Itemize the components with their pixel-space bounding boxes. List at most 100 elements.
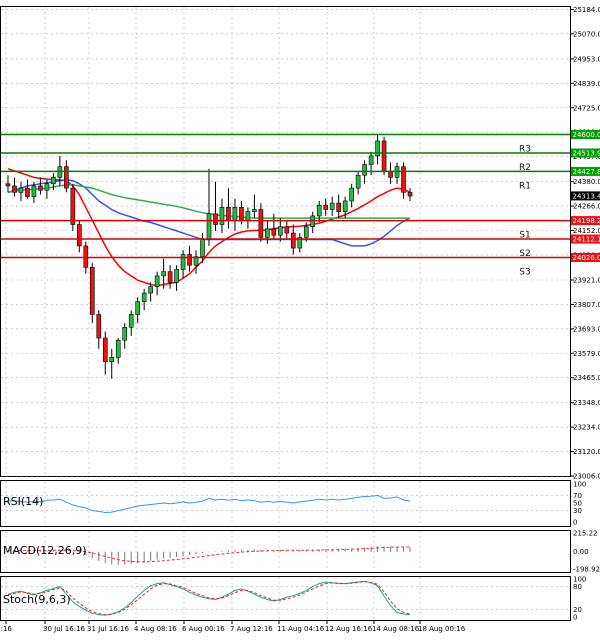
rsi-tick-label: 30 bbox=[573, 507, 582, 515]
rsi-pane-frame bbox=[1, 481, 571, 527]
bullish-candle bbox=[343, 201, 347, 212]
bearish-candle bbox=[71, 188, 75, 224]
bearish-candle bbox=[12, 186, 16, 192]
chart-root: 25184.025070.024953.024839.024725.024611… bbox=[0, 0, 600, 636]
stoch-tick-label: 0 bbox=[573, 614, 577, 622]
bearish-candle bbox=[382, 141, 386, 171]
level-price-label: 24600.0 bbox=[573, 131, 600, 139]
price-tick-label: 23006.0 bbox=[573, 473, 600, 481]
level-label-r1: R1 bbox=[519, 181, 531, 191]
bullish-candle bbox=[51, 177, 55, 183]
bearish-candle bbox=[103, 338, 107, 362]
time-tick-label: 11 Aug 04:16 bbox=[277, 625, 325, 633]
macd-tick-label: 215.22 bbox=[573, 530, 598, 538]
bullish-candle bbox=[110, 357, 114, 361]
bullish-candle bbox=[136, 302, 140, 315]
bearish-candle bbox=[97, 314, 101, 338]
price-tick-label: 25070.0 bbox=[573, 30, 600, 38]
time-tick-label: 2:16 bbox=[0, 625, 12, 633]
time-tick-label: 12 Aug 16:16 bbox=[325, 625, 373, 633]
current-price-label: 24313.4 bbox=[573, 192, 600, 200]
trading-chart: 25184.025070.024953.024839.024725.024611… bbox=[0, 0, 600, 636]
level-price-label: 24427.8 bbox=[573, 168, 600, 176]
time-tick-label: 6 Aug 00:16 bbox=[182, 625, 225, 633]
price-tick-label: 23234.0 bbox=[573, 424, 600, 432]
level-price-label: 24513.9 bbox=[573, 149, 600, 157]
bullish-candle bbox=[175, 269, 179, 282]
bearish-candle bbox=[226, 207, 230, 220]
main-pane-frame bbox=[1, 7, 571, 477]
macd-tick-label: -198.92 bbox=[573, 566, 600, 574]
bearish-candle bbox=[6, 184, 10, 186]
bearish-candle bbox=[285, 227, 289, 233]
price-tick-label: 23693.0 bbox=[573, 325, 600, 333]
price-tick-label: 23921.0 bbox=[573, 276, 600, 284]
bullish-candle bbox=[356, 175, 360, 188]
bearish-candle bbox=[213, 214, 217, 225]
bullish-candle bbox=[149, 287, 153, 293]
bearish-candle bbox=[77, 225, 81, 246]
bearish-candle bbox=[25, 188, 29, 197]
level-price-label: 24026.0 bbox=[573, 254, 600, 262]
price-tick-label: 24725.0 bbox=[573, 104, 600, 112]
stoch-tick-label: 80 bbox=[573, 583, 582, 591]
bullish-candle bbox=[207, 214, 211, 240]
bullish-candle bbox=[304, 227, 308, 238]
bearish-candle bbox=[239, 207, 243, 220]
bullish-candle bbox=[32, 186, 36, 197]
level-price-label: 24198.2 bbox=[573, 217, 600, 225]
price-tick-label: 24839.0 bbox=[573, 80, 600, 88]
time-tick-label: 7 Aug 12:16 bbox=[230, 625, 273, 633]
bullish-candle bbox=[246, 212, 250, 221]
bullish-candle bbox=[330, 203, 334, 209]
stoch-pane-frame bbox=[1, 577, 571, 621]
bullish-candle bbox=[155, 276, 159, 287]
bullish-candle bbox=[252, 210, 256, 212]
time-tick-label: 31 Jul 16:16 bbox=[87, 625, 130, 633]
bullish-candle bbox=[265, 229, 269, 238]
bullish-candle bbox=[129, 314, 133, 327]
price-tick-label: 24380.0 bbox=[573, 178, 600, 186]
price-tick-label: 23579.0 bbox=[573, 350, 600, 358]
bullish-candle bbox=[278, 227, 282, 236]
bearish-candle bbox=[188, 254, 192, 265]
bullish-candle bbox=[123, 327, 127, 340]
bearish-candle bbox=[259, 210, 263, 238]
level-label-s3: S3 bbox=[519, 267, 530, 277]
level-price-label: 24112.1 bbox=[573, 236, 600, 244]
bullish-candle bbox=[45, 184, 49, 190]
bearish-candle bbox=[38, 186, 42, 190]
bearish-candle bbox=[168, 272, 172, 283]
bearish-candle bbox=[90, 267, 94, 314]
price-tick-label: 25184.0 bbox=[573, 6, 600, 14]
time-tick-label: 4 Aug 08:16 bbox=[134, 625, 177, 633]
rsi-title: RSI(14) bbox=[3, 495, 43, 508]
macd-tick-label: 0.00 bbox=[573, 548, 589, 556]
bullish-candle bbox=[116, 340, 120, 357]
bearish-candle bbox=[402, 167, 406, 193]
bullish-candle bbox=[201, 240, 205, 257]
bullish-candle bbox=[363, 165, 367, 176]
price-tick-label: 24266.0 bbox=[573, 203, 600, 211]
price-tick-label: 24152.0 bbox=[573, 227, 600, 235]
price-tick-label: 23807.0 bbox=[573, 301, 600, 309]
bearish-candle bbox=[291, 233, 295, 248]
stoch-title: Stoch(9,6,3) bbox=[3, 593, 71, 606]
time-tick-label: 30 Jul 16:16 bbox=[43, 625, 86, 633]
bearish-candle bbox=[408, 192, 412, 196]
bearish-candle bbox=[337, 203, 341, 212]
price-tick-label: 24953.0 bbox=[573, 55, 600, 63]
bearish-candle bbox=[84, 246, 88, 267]
macd-title: MACD(12,26,9) bbox=[3, 544, 87, 557]
bearish-candle bbox=[64, 167, 68, 188]
time-tick-label: 14 Aug 08:16 bbox=[372, 625, 420, 633]
bullish-candle bbox=[369, 156, 373, 165]
bullish-candle bbox=[162, 272, 166, 276]
bearish-candle bbox=[324, 205, 328, 209]
rsi-tick-label: 0 bbox=[573, 519, 577, 527]
bullish-candle bbox=[350, 188, 354, 201]
bullish-candle bbox=[317, 205, 321, 216]
time-tick-label: 18 Aug 00:16 bbox=[418, 625, 466, 633]
bearish-candle bbox=[272, 229, 276, 235]
price-tick-label: 23465.0 bbox=[573, 374, 600, 382]
